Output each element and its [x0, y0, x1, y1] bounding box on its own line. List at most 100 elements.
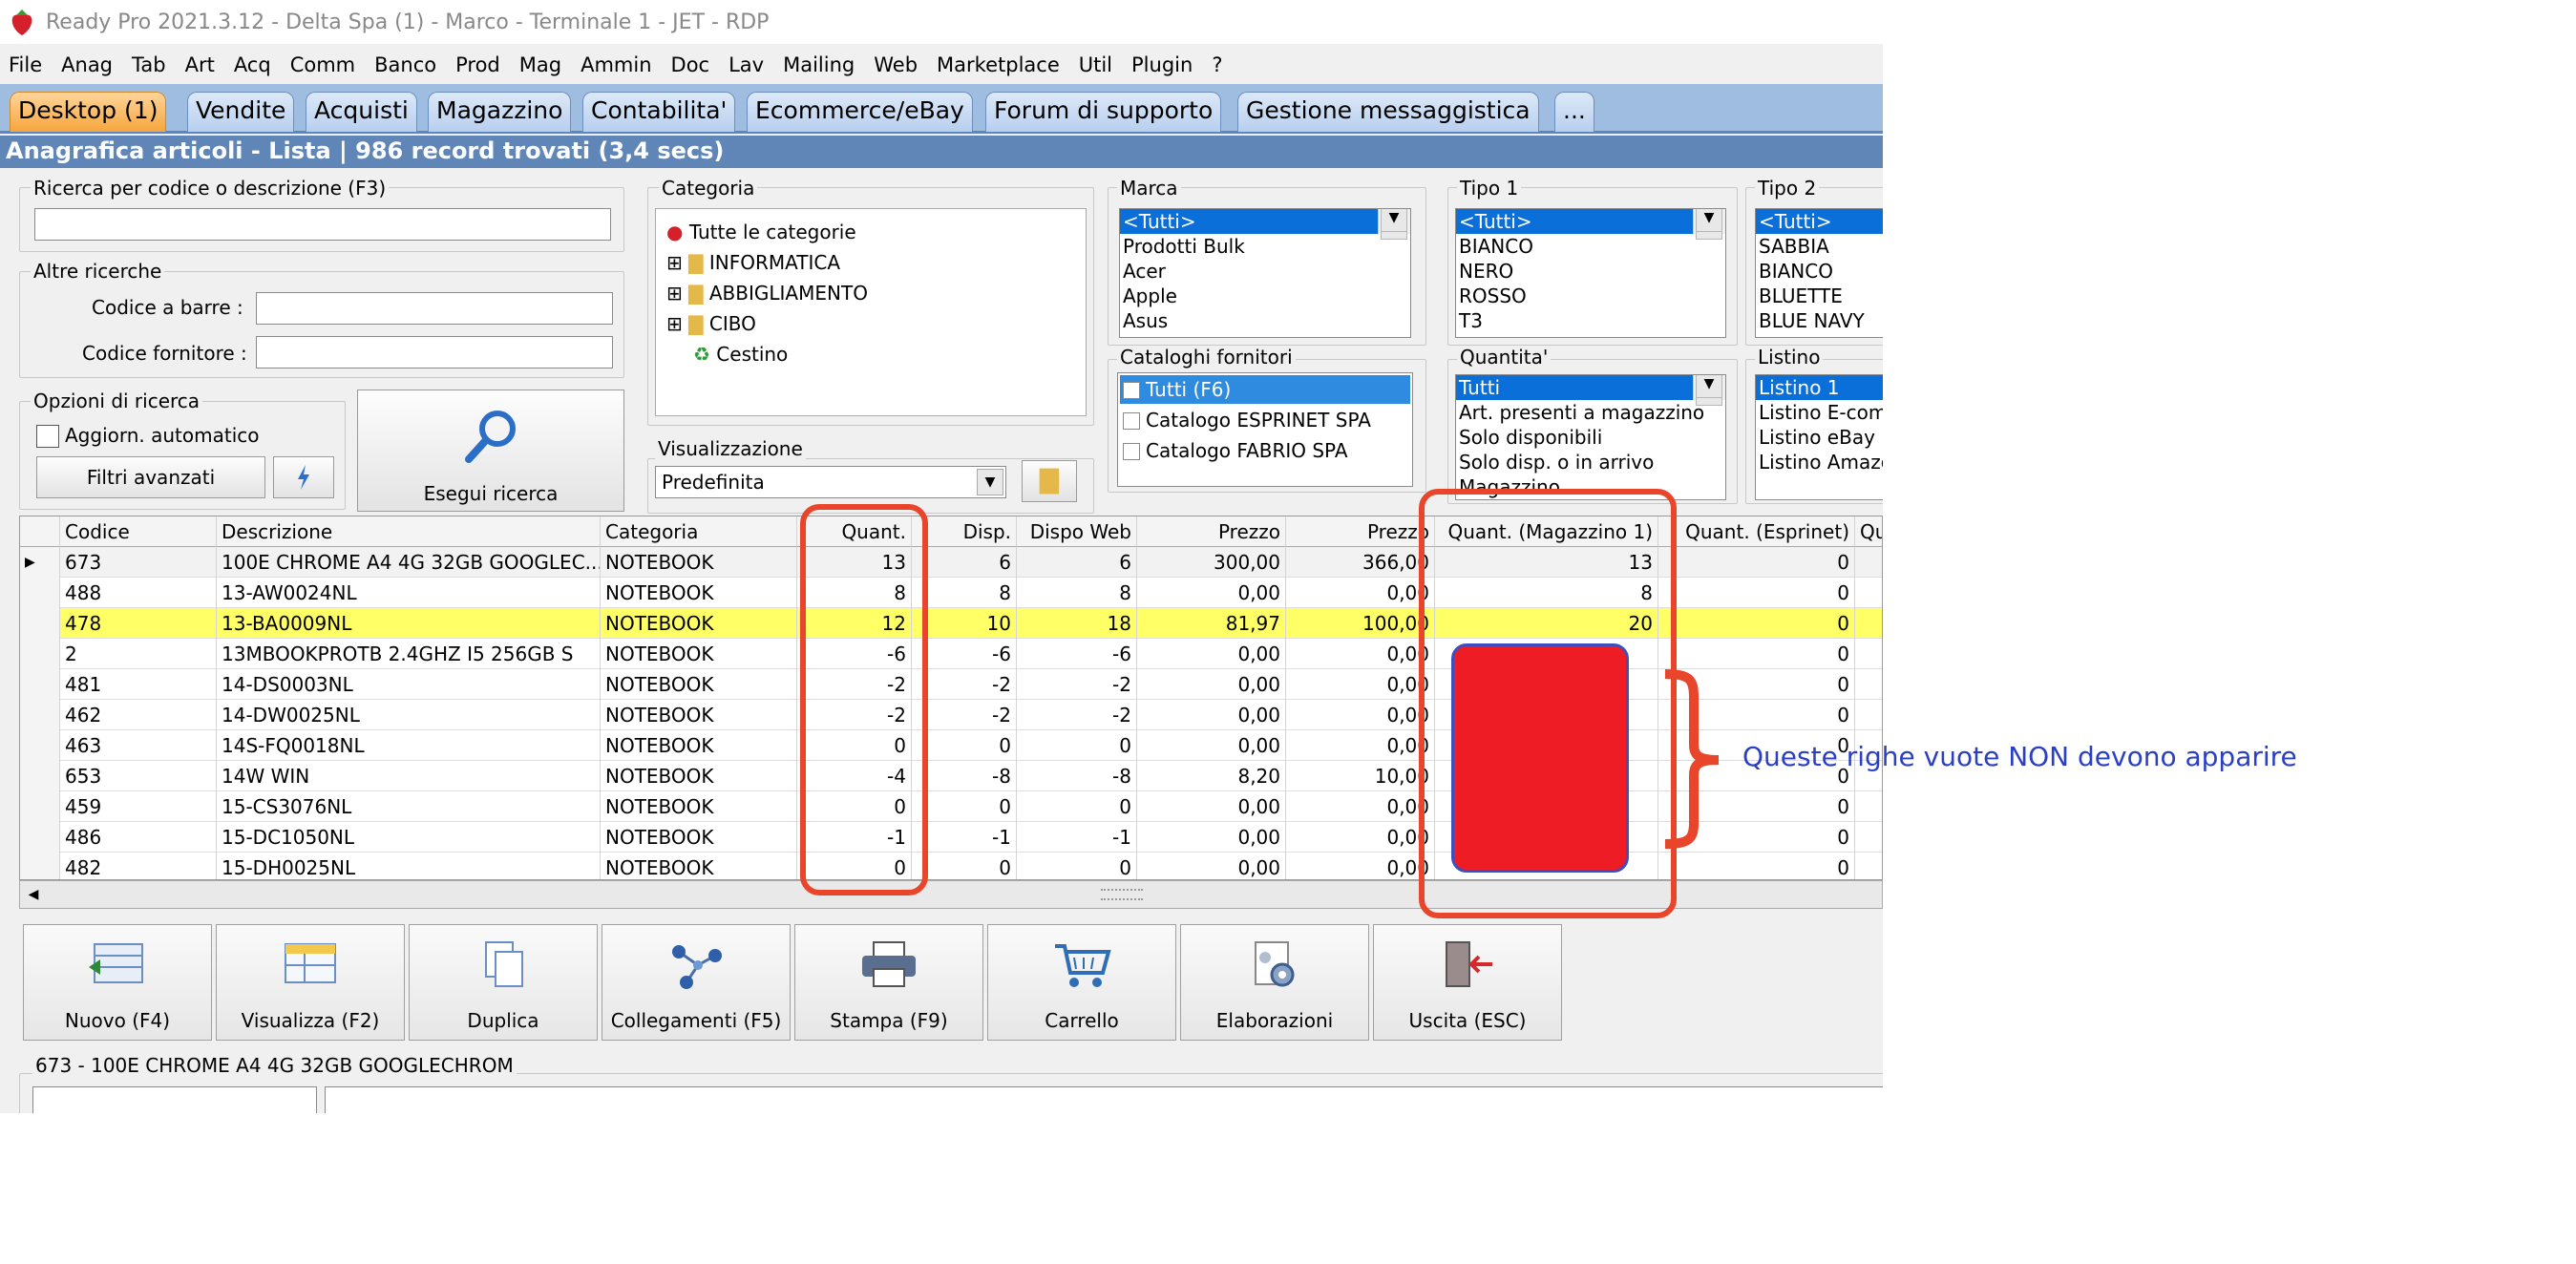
- row-indicator[interactable]: [20, 639, 60, 669]
- tipo2-item[interactable]: SABBIA: [1756, 234, 1883, 259]
- listino-item[interactable]: Listino eBay: [1756, 425, 1883, 450]
- tab-forum[interactable]: Forum di supporto: [985, 92, 1222, 132]
- menu-banco[interactable]: Banco: [374, 53, 436, 76]
- listino-item[interactable]: Listino Amazo: [1756, 450, 1883, 474]
- menu-plugin[interactable]: Plugin: [1131, 53, 1193, 76]
- column-header[interactable]: Quant. (Esprinet): [1658, 516, 1855, 547]
- row-indicator[interactable]: [20, 578, 60, 608]
- row-indicator[interactable]: [20, 730, 60, 761]
- scroll-left-icon[interactable]: ◀: [22, 883, 45, 906]
- row-indicator[interactable]: [20, 669, 60, 700]
- filtri-avanzati-button[interactable]: Filtri avanzati: [36, 456, 265, 498]
- listino-item[interactable]: Listino E-comm: [1756, 400, 1883, 425]
- visualizza-button[interactable]: Visualizza (F2): [216, 924, 405, 1041]
- esegui-ricerca-button[interactable]: Esegui ricerca: [357, 390, 624, 512]
- catalogo-item[interactable]: Catalogo FABRIO SPA: [1120, 436, 1410, 465]
- listino-item[interactable]: Listino 1: [1756, 375, 1883, 400]
- menu-file[interactable]: File: [9, 53, 42, 76]
- scroll-down-icon[interactable]: ▼: [1696, 375, 1722, 398]
- search-input[interactable]: [34, 208, 611, 241]
- row-indicator[interactable]: [20, 791, 60, 822]
- tipo1-item[interactable]: T3: [1456, 308, 1725, 333]
- tipo1-item[interactable]: BIANCO: [1456, 234, 1725, 259]
- catalogo-item[interactable]: Catalogo ESPRINET SPA: [1120, 406, 1410, 434]
- tipo1-item[interactable]: NERO: [1456, 259, 1725, 284]
- menu-mailing[interactable]: Mailing: [783, 53, 855, 76]
- tipo2-list[interactable]: <Tutti> SABBIA BIANCO BLUETTE BLUE NAVY: [1755, 208, 1883, 338]
- menu-prod[interactable]: Prod: [455, 53, 500, 76]
- catalogo-checkbox[interactable]: [1123, 382, 1140, 399]
- quantita-item[interactable]: Tutti: [1456, 375, 1725, 400]
- column-header[interactable]: Prezzo: [1137, 516, 1286, 547]
- tree-item-cibo[interactable]: ⊞ ▇ CIBO: [664, 308, 756, 339]
- duplica-button[interactable]: Duplica: [409, 924, 598, 1041]
- expand-icon[interactable]: ⊞: [666, 251, 683, 274]
- column-header[interactable]: Qua: [1855, 516, 1882, 547]
- tipo1-list[interactable]: <Tutti> BIANCO NERO ROSSO T3 ▲▼: [1455, 208, 1726, 338]
- marca-list[interactable]: <Tutti> Prodotti Bulk Acer Apple Asus ▲▼: [1119, 208, 1411, 338]
- menu-tab[interactable]: Tab: [132, 53, 166, 76]
- tipo2-item[interactable]: BIANCO: [1756, 259, 1883, 284]
- column-header[interactable]: Prezzo: [1286, 516, 1435, 547]
- tree-item-informatica[interactable]: ⊞ ▇ INFORMATICA: [664, 247, 840, 278]
- menu-util[interactable]: Util: [1079, 53, 1112, 76]
- tipo1-scrollbar[interactable]: ▲▼: [1693, 209, 1725, 240]
- marca-item[interactable]: Apple: [1120, 284, 1410, 308]
- menu-lav[interactable]: Lav: [728, 53, 764, 76]
- column-header[interactable]: Categoria: [601, 516, 797, 547]
- menu-comm[interactable]: Comm: [290, 53, 355, 76]
- catalogo-item[interactable]: Tutti (F6): [1120, 375, 1410, 404]
- carrello-button[interactable]: Carrello: [987, 924, 1176, 1041]
- marca-item[interactable]: <Tutti>: [1120, 209, 1410, 234]
- tipo1-item[interactable]: <Tutti>: [1456, 209, 1725, 234]
- tab-desktop[interactable]: Desktop (1): [10, 92, 167, 132]
- stampa-button[interactable]: Stampa (F9): [794, 924, 983, 1041]
- aggiorn-checkbox[interactable]: [36, 425, 59, 448]
- listino-list[interactable]: Listino 1 Listino E-comm Listino eBay Li…: [1755, 374, 1883, 500]
- folder-open-button[interactable]: ▇: [1022, 460, 1077, 502]
- tree-item-abbigliamento[interactable]: ⊞ ▇ ABBIGLIAMENTO: [664, 278, 868, 308]
- tab-more[interactable]: ...: [1554, 92, 1594, 132]
- tree-item-tutte[interactable]: ● Tutte le categorie: [664, 217, 856, 247]
- tab-vendite[interactable]: Vendite: [187, 92, 295, 132]
- visualizzazione-select[interactable]: Predefinita ▼: [655, 466, 1006, 498]
- quantita-list[interactable]: Tutti Art. presenti a magazzino Solo dis…: [1455, 374, 1726, 500]
- marca-item[interactable]: Asus: [1120, 308, 1410, 333]
- tipo2-item[interactable]: <Tutti>: [1756, 209, 1883, 234]
- cataloghi-list[interactable]: Tutti (F6) Catalogo ESPRINET SPA Catalog…: [1117, 372, 1413, 487]
- catalogo-checkbox[interactable]: [1123, 412, 1140, 430]
- column-header[interactable]: Dispo Web: [1017, 516, 1137, 547]
- menu-acq[interactable]: Acq: [234, 53, 271, 76]
- tab-contabilita[interactable]: Contabilita': [582, 92, 736, 132]
- expand-icon[interactable]: ⊞: [666, 282, 683, 305]
- tipo2-item[interactable]: BLUETTE: [1756, 284, 1883, 308]
- row-indicator[interactable]: [20, 700, 60, 730]
- lightning-button[interactable]: [273, 456, 334, 498]
- menu-help[interactable]: ?: [1212, 53, 1222, 76]
- column-header[interactable]: Descrizione: [217, 516, 601, 547]
- row-indicator[interactable]: [20, 608, 60, 639]
- menu-anag[interactable]: Anag: [61, 53, 113, 76]
- tipo1-item[interactable]: ROSSO: [1456, 284, 1725, 308]
- quantita-item[interactable]: Solo disponibili: [1456, 425, 1725, 450]
- catalogo-checkbox[interactable]: [1123, 443, 1140, 460]
- scroll-grip-icon[interactable]: [1101, 889, 1143, 900]
- nuovo-button[interactable]: Nuovo (F4): [23, 924, 212, 1041]
- quantita-item[interactable]: Solo disp. o in arrivo: [1456, 450, 1725, 474]
- fornitore-input[interactable]: [256, 336, 613, 369]
- menu-art[interactable]: Art: [185, 53, 215, 76]
- tab-magazzino[interactable]: Magazzino: [428, 92, 572, 132]
- expand-icon[interactable]: ⊞: [666, 312, 683, 335]
- quantita-scrollbar[interactable]: ▲▼: [1693, 375, 1725, 406]
- elaborazioni-button[interactable]: Elaborazioni: [1180, 924, 1369, 1041]
- collegamenti-button[interactable]: Collegamenti (F5): [602, 924, 791, 1041]
- menu-web[interactable]: Web: [874, 53, 918, 76]
- menu-marketplace[interactable]: Marketplace: [937, 53, 1060, 76]
- menu-doc[interactable]: Doc: [671, 53, 710, 76]
- marca-item[interactable]: Prodotti Bulk: [1120, 234, 1410, 259]
- tipo2-item[interactable]: BLUE NAVY: [1756, 308, 1883, 333]
- tab-acquisti[interactable]: Acquisti: [306, 92, 417, 132]
- tree-item-cestino[interactable]: ♻ Cestino: [690, 339, 788, 369]
- menu-ammin[interactable]: Ammin: [581, 53, 651, 76]
- marca-scrollbar[interactable]: ▲▼: [1378, 209, 1410, 240]
